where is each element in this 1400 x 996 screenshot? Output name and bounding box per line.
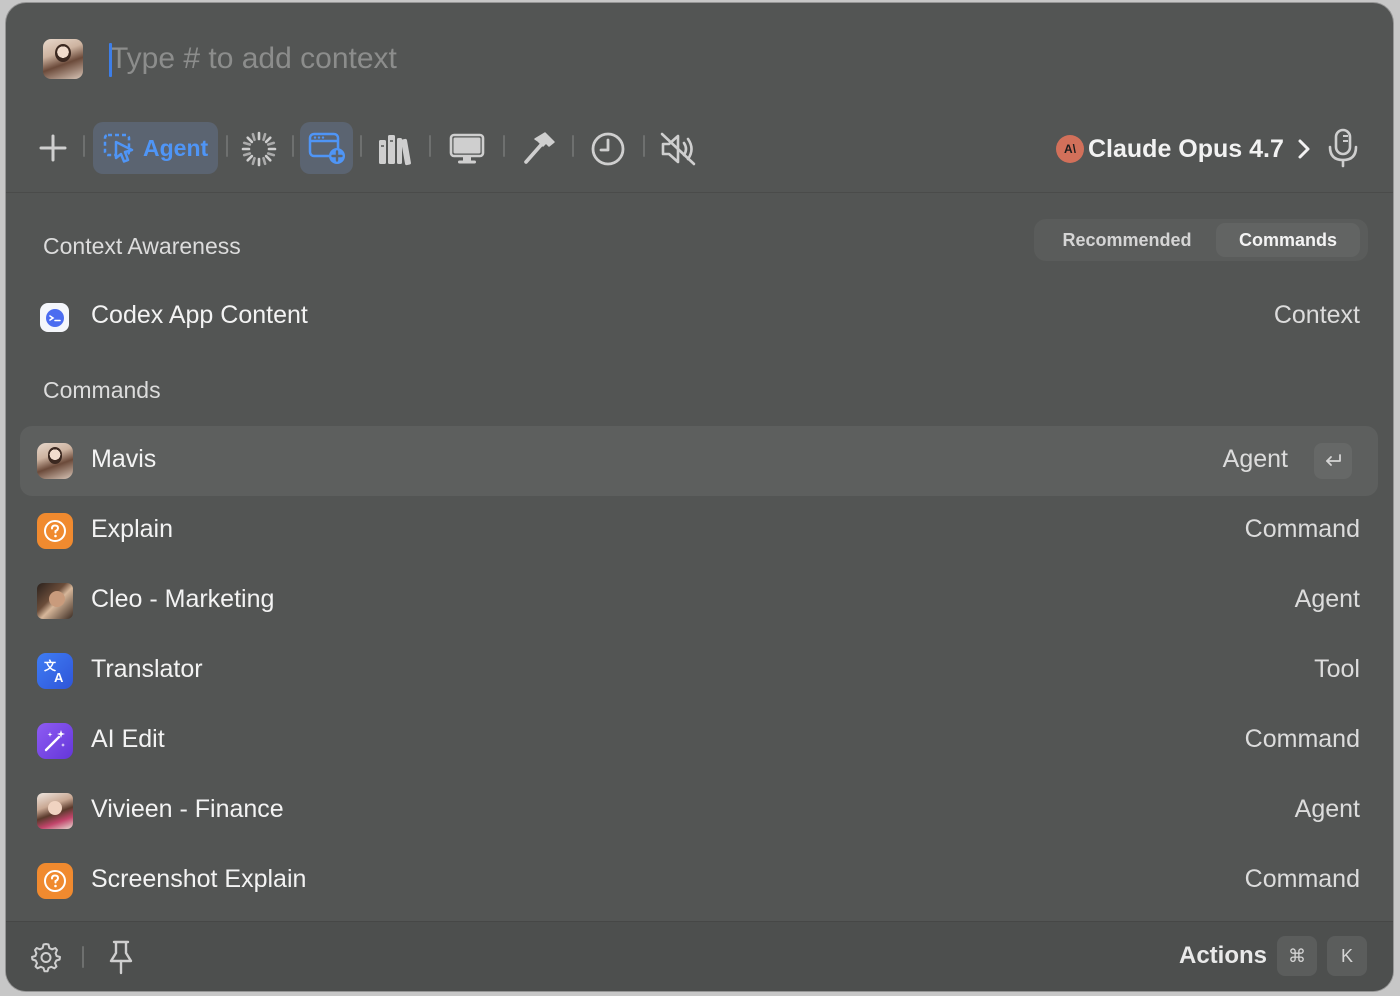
list-item-label: Explain — [91, 515, 173, 543]
toolbar-divider — [643, 135, 645, 157]
list-item-type: Agent — [1222, 445, 1288, 473]
question-icon — [37, 513, 73, 549]
list-item-type: Tool — [1314, 655, 1360, 683]
list-item-label: Cleo - Marketing — [91, 585, 275, 613]
history-clock-icon[interactable] — [589, 130, 627, 168]
input-row — [6, 3, 1393, 113]
actions-label[interactable]: Actions — [1179, 942, 1267, 970]
launcher-window: Agent — [6, 3, 1393, 991]
list-item-type: Command — [1244, 515, 1360, 543]
list-item-type: Command — [1244, 725, 1360, 753]
model-selector[interactable]: A\ Claude Opus 4.7 — [1056, 129, 1314, 169]
library-books-icon[interactable] — [376, 130, 414, 168]
list-item[interactable]: Codex App Content Context — [20, 282, 1378, 352]
toolbar-divider-line — [6, 192, 1393, 193]
toolbar-divider — [360, 135, 362, 157]
mavis-avatar — [37, 443, 73, 479]
toolbar: Agent A\ Claude Opus 4.7 — [6, 115, 1393, 185]
toolbar-divider — [226, 135, 228, 157]
list-item-label: Mavis — [91, 445, 157, 473]
k-key-hint: K — [1327, 936, 1367, 976]
context-input[interactable] — [110, 39, 810, 79]
chevron-right-icon — [1298, 139, 1310, 159]
model-name: Claude Opus 4.7 — [1088, 134, 1284, 163]
svg-text:A: A — [54, 670, 64, 685]
tab-recommended[interactable]: Recommended — [1038, 223, 1216, 257]
tab-commands[interactable]: Commands — [1216, 223, 1360, 257]
vivieen-avatar — [37, 793, 73, 829]
commands-title: Commands — [43, 377, 161, 403]
browser-add-icon — [308, 132, 345, 164]
plus-icon[interactable] — [36, 131, 70, 165]
loading-spinner-icon[interactable] — [240, 130, 278, 168]
footer-divider — [82, 946, 84, 968]
list-item-label: Screenshot Explain — [91, 865, 307, 893]
list-item[interactable]: Screenshot Explain Command — [20, 846, 1378, 916]
list-item-label: AI Edit — [91, 725, 165, 753]
user-avatar[interactable] — [43, 39, 83, 79]
anthropic-logo-icon: A\ — [1056, 135, 1084, 163]
text-caret — [109, 43, 112, 77]
list-item-label: Codex App Content — [91, 301, 308, 329]
gear-icon[interactable] — [28, 939, 64, 975]
browser-add-button[interactable] — [300, 122, 353, 174]
list-item[interactable]: AI Edit Command — [20, 706, 1378, 776]
list-item-label: Translator — [91, 655, 203, 683]
cleo-avatar — [37, 583, 73, 619]
list-item-type: Command — [1244, 865, 1360, 893]
list-item[interactable]: Explain Command — [20, 496, 1378, 566]
agent-mode-button[interactable]: Agent — [93, 122, 218, 174]
hammer-icon[interactable] — [518, 130, 558, 168]
list-item[interactable]: Vivieen - Finance Agent — [20, 776, 1378, 846]
magic-wand-icon — [37, 723, 73, 759]
footer-bar: Actions ⌘ K — [6, 921, 1393, 991]
cursor-select-icon — [103, 133, 134, 163]
tab-switcher: Recommended Commands — [1034, 219, 1368, 261]
list-item[interactable]: 文 A Translator Tool — [20, 636, 1378, 706]
toolbar-divider — [429, 135, 431, 157]
list-item-type: Agent — [1294, 585, 1360, 613]
list-item[interactable]: Mavis Agent — [20, 426, 1378, 496]
list-item[interactable]: Cleo - Marketing Agent — [20, 566, 1378, 636]
question-icon — [37, 863, 73, 899]
context-awareness-title: Context Awareness — [43, 233, 241, 259]
list-item-label: Vivieen - Finance — [91, 795, 284, 823]
monitor-icon[interactable] — [447, 130, 487, 168]
sound-muted-icon[interactable] — [658, 130, 698, 168]
command-key-hint: ⌘ — [1277, 936, 1317, 976]
enter-key-hint — [1314, 443, 1352, 479]
codex-app-icon — [40, 303, 69, 332]
translate-icon: 文 A — [37, 653, 73, 689]
toolbar-divider — [503, 135, 505, 157]
list-item-type: Context — [1273, 301, 1360, 329]
toolbar-divider — [83, 135, 85, 157]
toolbar-divider — [292, 135, 294, 157]
agent-label: Agent — [143, 134, 209, 161]
return-icon — [1326, 454, 1341, 466]
pin-icon[interactable] — [103, 938, 139, 976]
list-item-type: Agent — [1294, 795, 1360, 823]
toolbar-divider — [572, 135, 574, 157]
microphone-icon[interactable] — [1324, 127, 1362, 169]
